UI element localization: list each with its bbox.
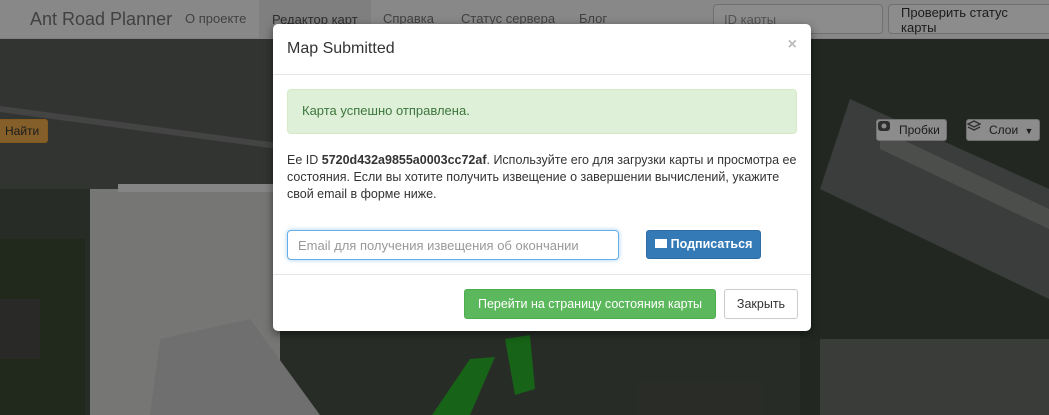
map-id-value: 5720d432a9855a0003cc72af bbox=[321, 153, 487, 167]
envelope-icon bbox=[654, 239, 667, 249]
map-submitted-dialog: Map Submitted × Карта успешно отправлена… bbox=[273, 24, 811, 331]
subscribe-button[interactable]: Подписаться bbox=[646, 230, 761, 259]
email-field[interactable] bbox=[287, 230, 619, 260]
id-prefix: Ее ID bbox=[287, 153, 322, 167]
modal-header: Map Submitted × bbox=[273, 24, 811, 75]
goto-map-status-button[interactable]: Перейти на страницу состояния карты bbox=[464, 289, 716, 319]
success-alert: Карта успешно отправлена. bbox=[287, 89, 797, 134]
subscribe-label: Подписаться bbox=[670, 237, 753, 251]
modal-title: Map Submitted bbox=[287, 40, 395, 57]
modal-footer: Перейти на страницу состояния карты Закр… bbox=[273, 274, 811, 332]
close-button[interactable]: Закрыть bbox=[724, 289, 798, 319]
map-id-message: Ее ID 5720d432a9855a0003cc72af. Использу… bbox=[287, 152, 797, 203]
close-icon[interactable]: × bbox=[788, 36, 797, 54]
